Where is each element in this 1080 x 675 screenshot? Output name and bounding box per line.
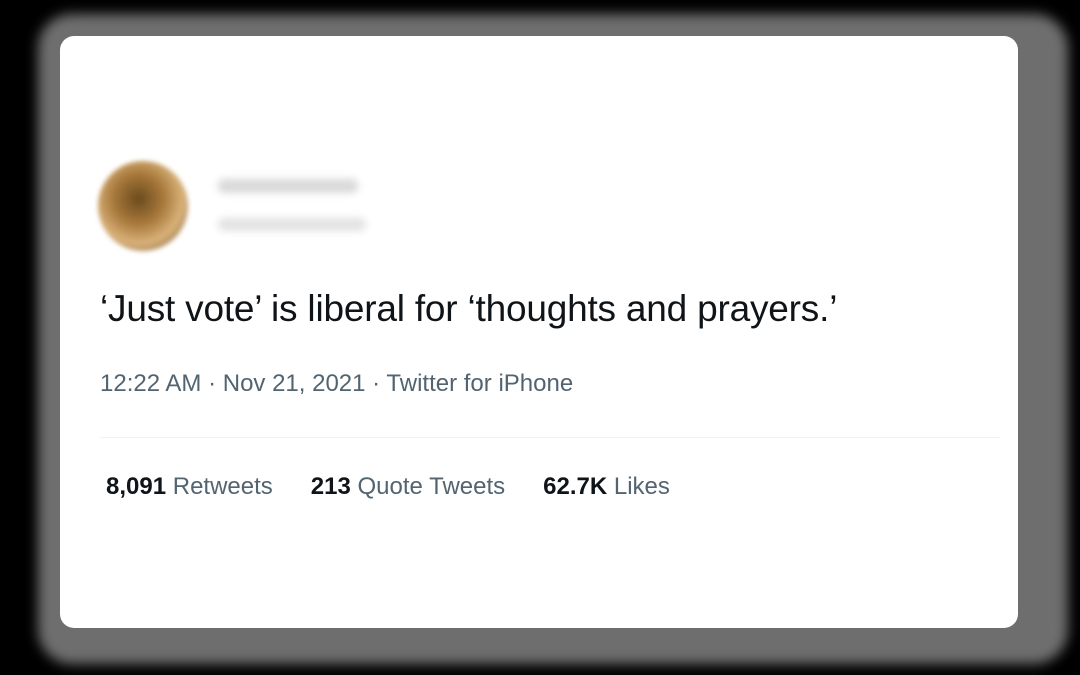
meta-separator: · (365, 370, 387, 397)
divider (100, 437, 1000, 438)
tweet-time[interactable]: 12:22 AM (100, 370, 201, 397)
redacted-handle (218, 218, 366, 231)
quote-tweets-stat[interactable]: 213 Quote Tweets (311, 473, 505, 501)
likes-stat[interactable]: 62.7K Likes (543, 473, 670, 501)
redacted-display-name (218, 179, 358, 193)
meta-separator: · (201, 370, 223, 397)
quote-tweets-label: Quote Tweets (357, 473, 506, 500)
retweets-stat[interactable]: 8,091 Retweets (106, 473, 273, 501)
retweets-count: 8,091 (106, 473, 167, 500)
tweet-source[interactable]: Twitter for iPhone (386, 370, 573, 397)
tweet-date[interactable]: Nov 21, 2021 (223, 370, 366, 397)
quote-tweets-count: 213 (310, 473, 351, 500)
tweet-stats: 8,091 Retweets 213 Quote Tweets 62.7K Li… (106, 473, 708, 501)
tweet-meta: 12:22 AM · Nov 21, 2021 · Twitter for iP… (100, 370, 573, 398)
retweets-label: Retweets (172, 473, 273, 500)
tweet-card: ‘Just vote’ is liberal for ‘thoughts and… (60, 36, 1018, 628)
likes-count: 62.7K (543, 473, 608, 500)
likes-label: Likes (613, 473, 670, 500)
tweet-text: ‘Just vote’ is liberal for ‘thoughts and… (100, 288, 838, 329)
avatar[interactable] (98, 161, 188, 251)
